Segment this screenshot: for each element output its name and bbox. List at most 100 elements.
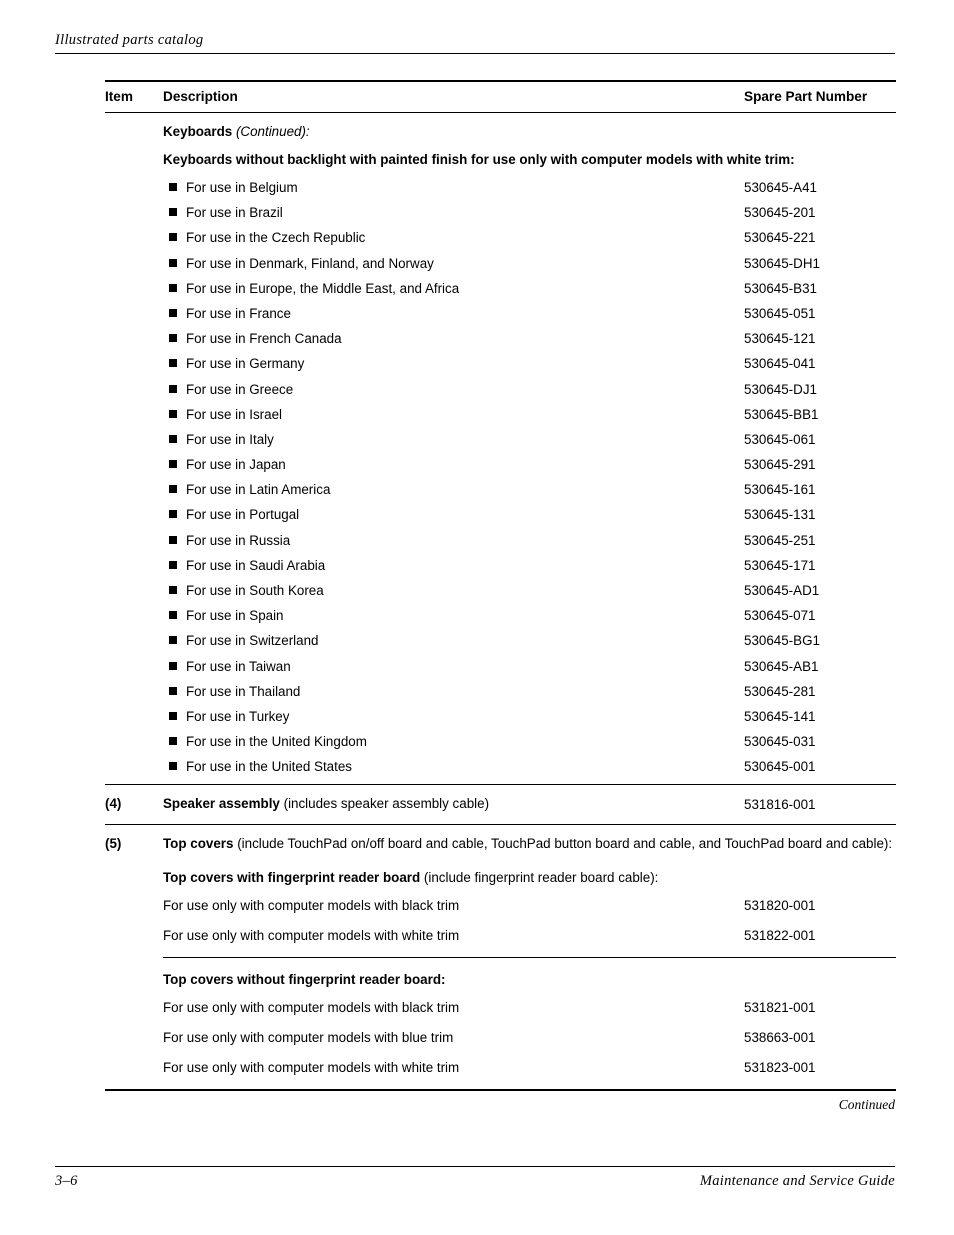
row-spare-part-number: 530645-041 [744, 356, 816, 372]
table-row: For use in Taiwan 530645-AB1 [105, 658, 896, 683]
document-page: Illustrated parts catalog Item Descripti… [0, 0, 954, 1235]
row-spare-part-number: 530645-161 [744, 482, 816, 498]
row-description-text: For use in Europe, the Middle East, and … [186, 280, 460, 296]
row-spare-part-number: 530645-141 [744, 708, 816, 724]
row-spare-part-number: 531821-001 [744, 999, 816, 1015]
row-description-text: For use in Japan [186, 457, 286, 473]
row-description-text: For use in Russia [186, 532, 291, 548]
square-bullet-icon [169, 636, 177, 645]
row-description-text: For use in Switzerland [186, 633, 319, 649]
without-fpr-heading-bold: Top covers without fingerprint reader bo… [163, 971, 446, 987]
keyboards-heading-cell: Keyboards (Continued): [163, 123, 896, 151]
table-row: For use in the Czech Republic 530645-221 [105, 229, 896, 254]
row-description-text: For use in Israel [186, 406, 283, 422]
table-row: For use in Russia 530645-251 [105, 532, 896, 557]
square-bullet-icon [169, 535, 177, 544]
table-row: For use in Spain 530645-071 [105, 607, 896, 632]
row-description-cell: For use in Portugal [163, 506, 744, 523]
table-row: For use in Thailand 530645-281 [105, 683, 896, 708]
table-row: For use in South Korea 530645-AD1 [105, 582, 896, 607]
row-spare-part-number: 530645-131 [744, 507, 816, 523]
illustrated-parts-table: Item Description Spare Part Number Keybo… [105, 80, 896, 1113]
table-row: For use in the United Kingdom 530645-031 [105, 733, 896, 758]
row-description-text: For use in Taiwan [186, 658, 291, 674]
square-bullet-icon [169, 661, 177, 670]
table-header-row: Item Description Spare Part Number [105, 82, 896, 112]
row-spare-part-number: 531822-001 [744, 927, 816, 943]
row-description-text: For use in Saudi Arabia [186, 557, 326, 573]
square-bullet-icon [169, 308, 177, 317]
with-fpr-heading-cell: Top covers with fingerprint reader board… [163, 869, 896, 897]
page-running-header: Illustrated parts catalog [55, 31, 895, 54]
row-description-cell: For use in Italy [163, 431, 744, 448]
row-description-cell: For use in Latin America [163, 481, 744, 498]
keyboards-heading-bold: Keyboards [163, 124, 233, 139]
row-description-cell: For use in Turkey [163, 708, 744, 725]
table-row: For use in Japan 530645-291 [105, 456, 896, 481]
table-row: For use only with computer models with b… [105, 999, 896, 1029]
footer-content-row: 3–6 Maintenance and Service Guide [55, 1167, 895, 1190]
row-description-text: For use in Spain [186, 608, 284, 624]
square-bullet-icon [169, 737, 177, 746]
table-row: For use only with computer models with b… [105, 1029, 896, 1059]
table-row: For use in Latin America 530645-161 [105, 481, 896, 506]
row-description-cell: For use in Japan [163, 456, 744, 473]
square-bullet-icon [169, 359, 177, 368]
row-spare-part-number: 530645-001 [744, 759, 816, 775]
square-bullet-icon [169, 711, 177, 720]
row-description-cell: For use in Belgium [163, 179, 744, 196]
row-description-cell: For use in Switzerland [163, 632, 744, 649]
row-description-text: For use in France [186, 305, 291, 321]
row-spare-part-number: 530645-DH1 [744, 255, 820, 271]
table-row: For use only with computer models with w… [105, 1059, 896, 1089]
row-spare-part-number: 530645-121 [744, 331, 816, 347]
row-description-text: For use in Italy [186, 431, 274, 447]
row-description-cell: For use in Spain [163, 607, 744, 624]
square-bullet-icon [169, 409, 177, 418]
table-row: For use in Greece 530645-DJ1 [105, 381, 896, 406]
row-top-covers: (5) Top covers (include TouchPad on/off … [105, 825, 896, 853]
row-description-text: For use in Denmark, Finland, and Norway [186, 255, 434, 271]
row-spare-part-number: 530645-201 [744, 205, 816, 221]
square-bullet-icon [169, 460, 177, 469]
square-bullet-icon [169, 686, 177, 695]
row-spare-part-number: 530645-AB1 [744, 658, 819, 674]
row-description-text: For use in the Czech Republic [186, 230, 366, 246]
table-row: For use only with computer models with w… [105, 927, 896, 957]
row-description-cell: For use in the United States [163, 758, 744, 775]
page-footer: 3–6 Maintenance and Service Guide [55, 1166, 895, 1190]
row-description-text: For use in Portugal [186, 507, 300, 523]
square-bullet-icon [169, 283, 177, 292]
row-spare-part-number: 530645-BG1 [744, 633, 820, 649]
row-spare-part-number: 530645-221 [744, 230, 816, 246]
top-covers-without-fpr-rows-container: For use only with computer models with b… [105, 999, 896, 1089]
row-description-text: For use in French Canada [186, 331, 342, 347]
row-spare-part-number: 538663-001 [744, 1029, 816, 1045]
square-bullet-icon [169, 586, 177, 594]
speaker-assembly-part-number: 531816-001 [744, 796, 816, 812]
table-row: For use in Switzerland 530645-BG1 [105, 632, 896, 657]
row-description-cell: For use in the Czech Republic [163, 229, 744, 246]
row-description-cell: For use in South Korea [163, 582, 744, 599]
table-row: For use in Europe, the Middle East, and … [105, 280, 896, 305]
square-bullet-icon [169, 611, 177, 620]
row-description-text: For use in South Korea [186, 583, 324, 598]
row-description-cell: For use in Russia [163, 532, 744, 549]
top-covers-without-fpr-heading-row: Top covers without fingerprint reader bo… [105, 958, 896, 999]
square-bullet-icon [169, 233, 177, 242]
top-covers-with-fpr-heading-row: Top covers with fingerprint reader board… [105, 853, 896, 897]
row-spare-part-number: 530645-061 [744, 431, 816, 447]
square-bullet-icon [169, 434, 177, 443]
square-bullet-icon [169, 258, 177, 267]
keyboard-rows-container: For use in Belgium 530645-A41 For use in B… [105, 179, 896, 784]
square-bullet-icon [169, 560, 177, 569]
row-description-cell: For use in Germany [163, 355, 744, 372]
square-bullet-icon [169, 762, 177, 771]
table-row: For use in Turkey 530645-141 [105, 708, 896, 733]
row-description-text: For use in Germany [186, 356, 305, 372]
square-bullet-icon [169, 334, 177, 343]
square-bullet-icon [169, 183, 177, 191]
row-spare-part-number: 530645-281 [744, 683, 816, 699]
square-bullet-icon [169, 384, 177, 393]
row-description-cell: For use in France [163, 305, 744, 322]
